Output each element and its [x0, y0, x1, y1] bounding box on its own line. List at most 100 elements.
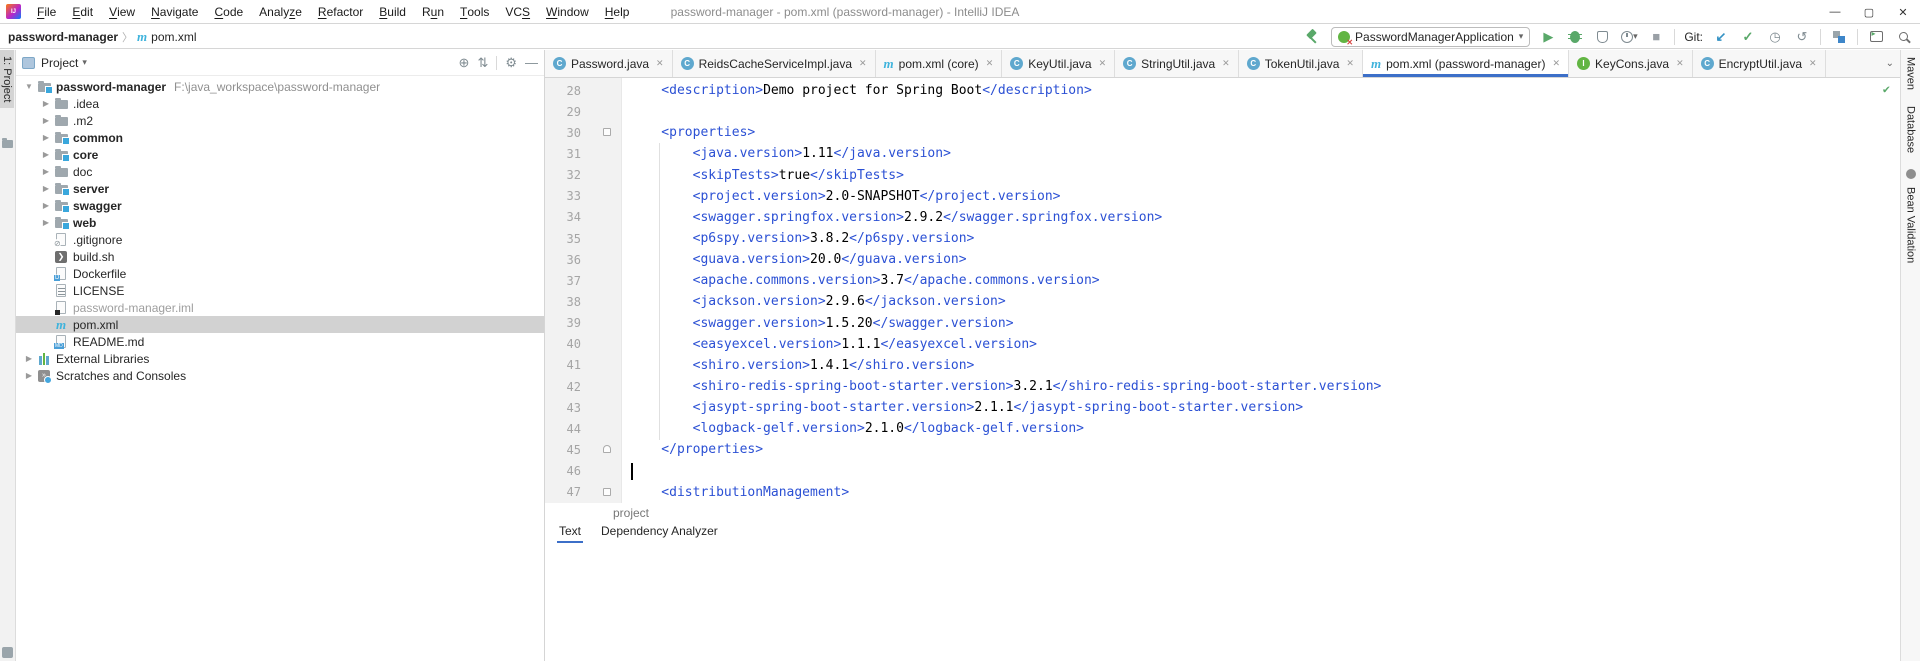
structure-icon[interactable]: [1830, 28, 1848, 46]
tree-item-pom-xml[interactable]: mpom.xml: [16, 316, 544, 333]
minimize-button[interactable]: —: [1818, 0, 1852, 24]
editor-tab-keycons-java[interactable]: IKeyCons.java✕: [1569, 50, 1693, 77]
close-icon[interactable]: ✕: [859, 58, 867, 69]
tree-item-core[interactable]: ▶core: [16, 146, 544, 163]
gear-icon[interactable]: ⚙: [505, 55, 517, 71]
code-line[interactable]: 46: [545, 461, 1900, 482]
code-line[interactable]: 42 <shiro-redis-spring-boot-starter.vers…: [545, 376, 1900, 397]
code-line[interactable]: 28 <description>Demo project for Spring …: [545, 80, 1900, 101]
menu-item-refactor[interactable]: Refactor: [310, 0, 371, 24]
editor-tab-password-java[interactable]: CPassword.java✕: [545, 50, 673, 77]
code-line[interactable]: 30 <properties>: [545, 122, 1900, 143]
code-line[interactable]: 44 <logback-gelf.version>2.1.0</logback-…: [545, 418, 1900, 439]
chevron-right-icon[interactable]: ▶: [39, 201, 53, 210]
editor-tab-pom-xml-core-[interactable]: mpom.xml (core)✕: [876, 50, 1003, 77]
bottom-stripe-icon[interactable]: [2, 647, 13, 658]
code-line[interactable]: 41 <shiro.version>1.4.1</shiro.version>: [545, 355, 1900, 376]
chevron-right-icon[interactable]: ▶: [39, 218, 53, 227]
tree-item-swagger[interactable]: ▶swagger: [16, 197, 544, 214]
menu-item-view[interactable]: View: [101, 0, 143, 24]
code-line[interactable]: 35 <p6spy.version>3.8.2</p6spy.version>: [545, 228, 1900, 249]
coverage-button[interactable]: [1593, 28, 1611, 46]
tree-item--idea[interactable]: ▶.idea: [16, 95, 544, 112]
terminal-icon[interactable]: [1867, 28, 1885, 46]
tree-item-password-manager[interactable]: ▼password-managerF:\java_workspace\passw…: [16, 78, 544, 95]
hidden-tabs-chevron-icon[interactable]: ⌄: [1880, 50, 1900, 77]
tool-stripe-icon[interactable]: [1906, 169, 1916, 179]
editor-tab-stringutil-java[interactable]: CStringUtil.java✕: [1115, 50, 1239, 77]
breadcrumb-file[interactable]: pom.xml: [151, 30, 196, 44]
tree-item--gitignore[interactable]: .gitignore: [16, 231, 544, 248]
tree-item-password-manager-iml[interactable]: password-manager.iml: [16, 299, 544, 316]
breadcrumb-item-project[interactable]: project: [613, 506, 649, 520]
close-icon[interactable]: ✕: [656, 58, 664, 69]
tree-item-server[interactable]: ▶server: [16, 180, 544, 197]
inspections-ok-icon[interactable]: ✔: [1883, 82, 1890, 96]
tree-item-scratches-and-consoles[interactable]: ▶»Scratches and Consoles: [16, 367, 544, 384]
code-line[interactable]: 43 <jasypt-spring-boot-starter.version>2…: [545, 397, 1900, 418]
menu-item-analyze[interactable]: Analyze: [251, 0, 310, 24]
hide-panel-icon[interactable]: —: [525, 55, 538, 70]
close-icon[interactable]: ✕: [1099, 58, 1107, 69]
tree-item-dockerfile[interactable]: Dockerfile: [16, 265, 544, 282]
stop-button[interactable]: ■: [1647, 28, 1665, 46]
editor-tab-keyutil-java[interactable]: CKeyUtil.java✕: [1002, 50, 1115, 77]
tree-item-build-sh[interactable]: ❯build.sh: [16, 248, 544, 265]
bottom-tab-text[interactable]: Text: [557, 522, 583, 543]
editor-tab-reidscacheserviceimpl-java[interactable]: CReidsCacheServiceImpl.java✕: [673, 50, 876, 77]
tool-window-tab-project[interactable]: 1: Project: [0, 50, 14, 108]
tool-window-tab-bean-validation[interactable]: Bean Validation: [1905, 187, 1917, 263]
close-icon[interactable]: ✕: [1809, 58, 1817, 69]
tree-item-web[interactable]: ▶web: [16, 214, 544, 231]
commit-button[interactable]: ✓: [1739, 28, 1757, 46]
chevron-right-icon[interactable]: ▶: [39, 167, 53, 176]
chevron-right-icon[interactable]: ▶: [39, 116, 53, 125]
menu-item-help[interactable]: Help: [597, 0, 638, 24]
chevron-right-icon[interactable]: ▶: [22, 354, 36, 363]
chevron-right-icon[interactable]: ▶: [39, 133, 53, 142]
chevron-right-icon[interactable]: ▶: [39, 150, 53, 159]
fold-marker-icon[interactable]: [603, 128, 611, 136]
bottom-tab-dependency-analyzer[interactable]: Dependency Analyzer: [599, 522, 720, 541]
code-line[interactable]: 38 <jackson.version>2.9.6</jackson.versi…: [545, 291, 1900, 312]
tool-window-tab-database[interactable]: Database: [1905, 106, 1917, 153]
close-icon[interactable]: ✕: [1552, 58, 1560, 69]
editor-tab-tokenutil-java[interactable]: CTokenUtil.java✕: [1239, 50, 1363, 77]
code-line[interactable]: 40 <easyexcel.version>1.1.1</easyexcel.v…: [545, 334, 1900, 355]
menu-item-code[interactable]: Code: [206, 0, 251, 24]
close-icon[interactable]: ✕: [1346, 58, 1354, 69]
run-configuration-select[interactable]: PasswordManagerApplication ▾: [1331, 27, 1530, 47]
menu-item-edit[interactable]: Edit: [64, 0, 101, 24]
tree-item--m2[interactable]: ▶.m2: [16, 112, 544, 129]
chevron-down-icon[interactable]: ▼: [22, 82, 36, 91]
editor-tab-encryptutil-java[interactable]: CEncryptUtil.java✕: [1693, 50, 1826, 77]
tree-item-readme-md[interactable]: README.md: [16, 333, 544, 350]
code-line[interactable]: 47 <distributionManagement>: [545, 482, 1900, 503]
vcs-update-button[interactable]: ↙: [1712, 28, 1730, 46]
code-line[interactable]: 36 <guava.version>20.0</guava.version>: [545, 249, 1900, 270]
tree-item-doc[interactable]: ▶doc: [16, 163, 544, 180]
code-line[interactable]: 45 </properties>: [545, 439, 1900, 460]
code-line[interactable]: 32 <skipTests>true</skipTests>: [545, 165, 1900, 186]
chevron-down-icon[interactable]: ▾: [82, 57, 87, 68]
menu-item-window[interactable]: Window: [538, 0, 597, 24]
code-line[interactable]: 33 <project.version>2.0-SNAPSHOT</projec…: [545, 186, 1900, 207]
collapse-all-icon[interactable]: ⇅: [477, 55, 488, 71]
menu-item-tools[interactable]: Tools: [452, 0, 497, 24]
history-button[interactable]: ◷: [1766, 28, 1784, 46]
favorites-icon[interactable]: [2, 140, 13, 148]
code-line[interactable]: 34 <swagger.springfox.version>2.9.2</swa…: [545, 207, 1900, 228]
profiler-button[interactable]: ▾: [1620, 28, 1638, 46]
code-line[interactable]: 37 <apache.commons.version>3.7</apache.c…: [545, 270, 1900, 291]
fold-marker-icon[interactable]: [603, 445, 611, 453]
menu-item-navigate[interactable]: Navigate: [143, 0, 206, 24]
close-button[interactable]: ✕: [1886, 0, 1920, 24]
project-panel-title[interactable]: Project: [41, 56, 78, 70]
code-editor[interactable]: 28 <description>Demo project for Spring …: [545, 78, 1900, 503]
chevron-right-icon[interactable]: ▶: [39, 99, 53, 108]
tree-item-external-libraries[interactable]: ▶External Libraries: [16, 350, 544, 367]
editor-tab-pom-xml-password-manager-[interactable]: mpom.xml (password-manager)✕: [1363, 50, 1569, 77]
rollback-button[interactable]: ↺: [1793, 28, 1811, 46]
build-hammer-icon[interactable]: [1304, 28, 1322, 46]
menu-item-file[interactable]: File: [29, 0, 64, 24]
